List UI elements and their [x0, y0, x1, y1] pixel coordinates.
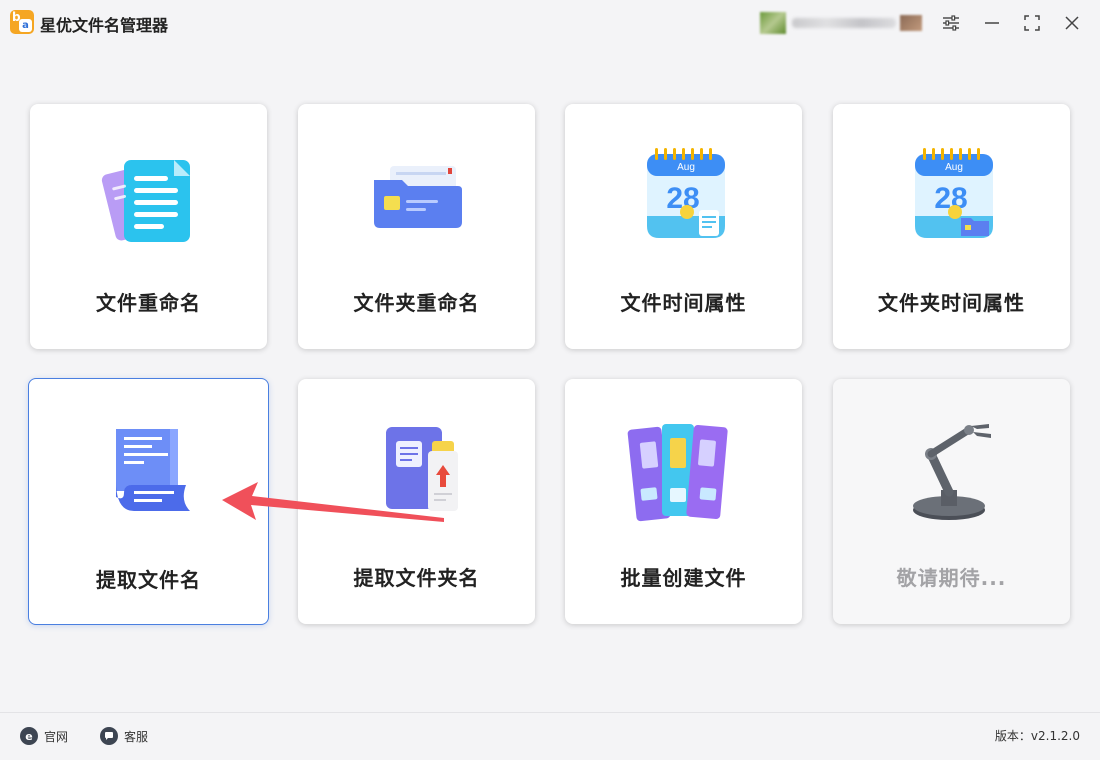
- scroll-document-icon: [115, 429, 190, 511]
- card-icon-wrap: Aug 28: [565, 140, 802, 252]
- calendar-month: Aug: [945, 162, 963, 173]
- footer-divider: [0, 712, 1100, 713]
- folder-rename-icon: [373, 166, 462, 228]
- version-text: 版本：v2.1.2.0: [994, 729, 1080, 743]
- folder-export-icon: [385, 427, 458, 511]
- card-label: 文件时间属性: [620, 291, 747, 315]
- card-label: 提取文件名: [96, 568, 201, 592]
- close-button[interactable]: [1061, 12, 1083, 34]
- browser-e-icon: e: [20, 727, 38, 745]
- maximize-button[interactable]: [1021, 12, 1043, 34]
- maximize-icon: [1024, 15, 1040, 31]
- card-folder-time-attributes[interactable]: Aug 28 文件夹时间属性: [833, 104, 1070, 349]
- binders-icon: [627, 424, 728, 522]
- card-batch-create-files[interactable]: 批量创建文件: [565, 379, 802, 624]
- customer-service-link[interactable]: 客服: [100, 726, 148, 746]
- user-avatar: [760, 12, 786, 34]
- card-label: 敬请期待...: [896, 566, 1007, 590]
- customer-service-label: 客服: [124, 729, 149, 744]
- user-name-blurred: [792, 18, 896, 28]
- card-label: 批量创建文件: [620, 566, 747, 590]
- minimize-button[interactable]: [981, 12, 1003, 34]
- card-label: 文件重命名: [96, 291, 201, 315]
- user-badge-blurred: [900, 15, 922, 31]
- chat-bubble-icon: [100, 727, 118, 745]
- official-site-label: 官网: [44, 729, 69, 744]
- calendar-file-icon: Aug 28: [646, 148, 725, 238]
- card-icon-wrap: [30, 140, 267, 252]
- user-account[interactable]: [760, 12, 922, 34]
- document-rename-icon: [101, 160, 190, 242]
- card-icon-wrap: [565, 415, 802, 527]
- card-icon-wrap: [29, 415, 268, 527]
- card-icon-wrap: [298, 140, 535, 252]
- card-file-rename[interactable]: 文件重命名: [30, 104, 267, 349]
- card-icon-wrap: [833, 415, 1070, 527]
- card-icon-wrap: [298, 415, 535, 527]
- card-label: 文件夹时间属性: [878, 291, 1025, 315]
- robot-arm-icon: [912, 424, 991, 520]
- settings-button[interactable]: [940, 12, 962, 34]
- app-title: 星优文件名管理器: [40, 16, 169, 35]
- calendar-folder-icon: Aug 28: [914, 148, 993, 238]
- calendar-month: Aug: [677, 162, 695, 173]
- card-label: 提取文件夹名: [353, 566, 480, 590]
- card-icon-wrap: Aug 28: [833, 140, 1070, 252]
- official-site-link[interactable]: e 官网: [20, 726, 68, 746]
- card-coming-soon: 敬请期待...: [833, 379, 1070, 624]
- minimize-icon: [985, 22, 999, 24]
- title-bar: b a 星优文件名管理器: [0, 0, 1100, 46]
- app-logo-icon: b a: [10, 10, 34, 34]
- settings-icon: [943, 15, 959, 31]
- card-label: 文件夹重命名: [353, 291, 480, 315]
- card-extract-filenames[interactable]: 提取文件名: [28, 378, 269, 625]
- card-folder-rename[interactable]: 文件夹重命名: [298, 104, 535, 349]
- logo-letter-a: a: [19, 19, 32, 32]
- close-icon: [1065, 16, 1079, 30]
- card-extract-foldernames[interactable]: 提取文件夹名: [298, 379, 535, 624]
- card-file-time-attributes[interactable]: Aug 28 文件时间属性: [565, 104, 802, 349]
